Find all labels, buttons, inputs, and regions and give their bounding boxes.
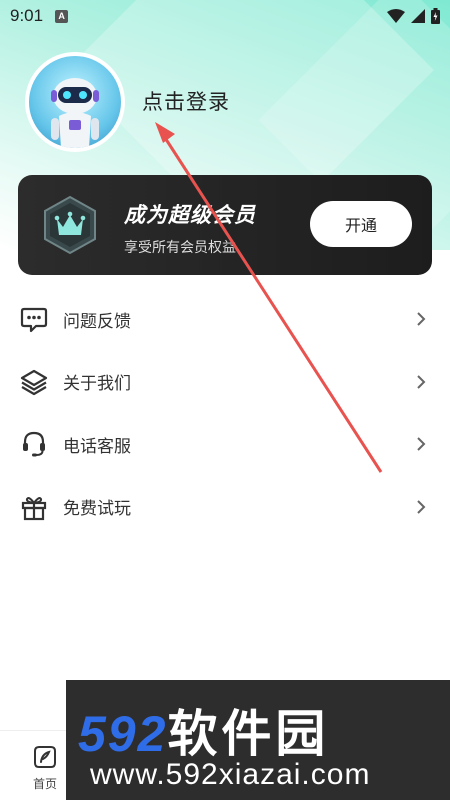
watermark-logo: 592软件园 xyxy=(78,694,329,766)
wifi-icon xyxy=(387,9,405,23)
home-icon xyxy=(34,746,56,768)
headset-icon xyxy=(19,429,49,459)
menu-item-customer-service[interactable]: 电话客服 xyxy=(0,413,450,476)
menu-item-feedback[interactable]: 问题反馈 xyxy=(0,288,450,351)
activate-vip-button[interactable]: 开通 xyxy=(310,201,412,247)
nav-home-label: 首页 xyxy=(32,777,57,791)
vip-title: 成为超级会员 xyxy=(124,204,256,227)
gift-icon xyxy=(19,492,49,522)
avatar[interactable] xyxy=(25,52,125,152)
menu-item-label: 问题反馈 xyxy=(63,311,131,331)
chevron-right-icon xyxy=(417,437,426,451)
robot-avatar-icon xyxy=(51,78,99,148)
chevron-right-icon xyxy=(417,500,426,514)
nav-home[interactable]: 首页 xyxy=(20,743,70,797)
site-watermark: 592软件园 www.592xiazai.com xyxy=(66,680,450,800)
watermark-url: www.592xiazai.com xyxy=(90,758,371,791)
status-bar: 9:01 A xyxy=(0,0,450,32)
chevron-right-icon xyxy=(417,375,426,389)
menu-item-label: 免费试玩 xyxy=(63,499,131,519)
vip-subtitle: 享受所有会员权益 xyxy=(124,239,236,255)
signal-icon xyxy=(411,9,425,23)
layers-icon xyxy=(19,367,49,397)
notification-icon: A xyxy=(55,9,69,23)
login-button[interactable]: 点击登录 xyxy=(142,86,230,116)
settings-menu: 问题反馈 关于我们 电话客服 免费试玩 xyxy=(0,288,450,538)
vip-card[interactable]: 成为超级会员 享受所有会员权益 开通 xyxy=(18,175,432,275)
battery-icon xyxy=(431,8,440,24)
menu-item-about[interactable]: 关于我们 xyxy=(0,351,450,414)
crown-icon xyxy=(44,195,96,255)
menu-item-label: 关于我们 xyxy=(63,374,131,394)
watermark-brand: 软件园 xyxy=(167,706,330,762)
status-time: 9:01 xyxy=(10,6,44,25)
menu-item-free-trial[interactable]: 免费试玩 xyxy=(0,476,450,539)
feedback-icon xyxy=(19,304,49,334)
watermark-number: 592 xyxy=(78,706,168,762)
chevron-right-icon xyxy=(417,312,426,326)
menu-item-label: 电话客服 xyxy=(63,436,131,456)
